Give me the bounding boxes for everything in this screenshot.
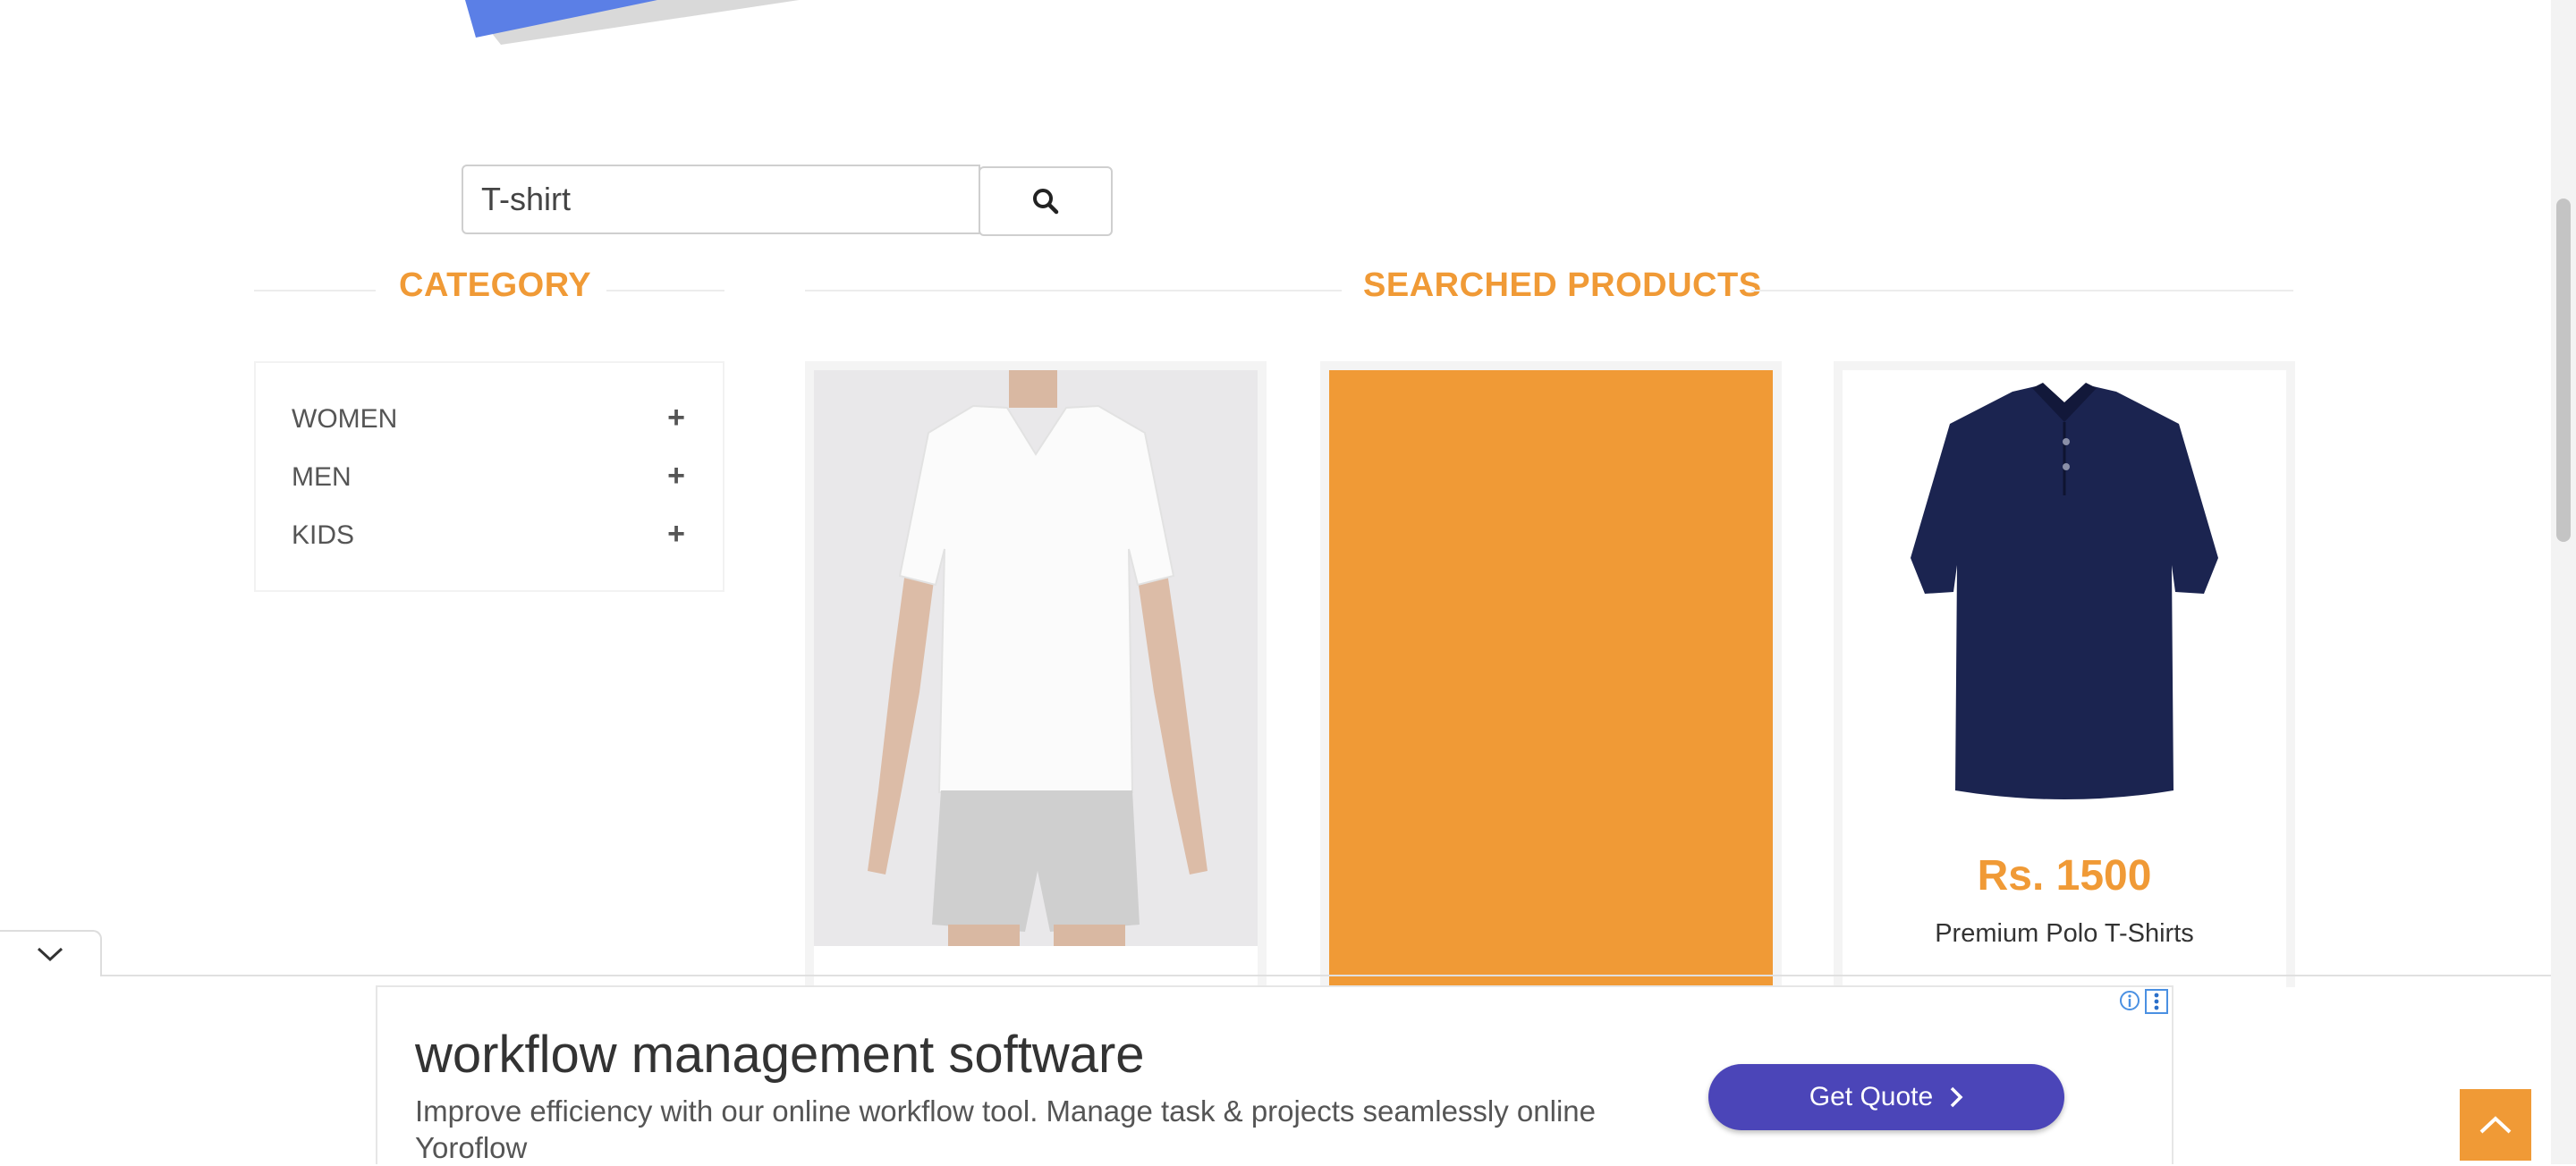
plus-icon[interactable]: + — [667, 459, 685, 494]
get-quote-button[interactable]: Get Quote — [1708, 1064, 2064, 1130]
product-card-body — [814, 370, 1258, 987]
ad-collapse-button[interactable] — [0, 930, 102, 976]
category-item-kids[interactable]: KIDS + — [292, 513, 685, 558]
product-card[interactable]: Rs. 1500 Premium Polo T-Shirts — [1834, 361, 2295, 987]
ad-banner[interactable]: workflow management software Improve eff… — [376, 985, 2174, 1164]
product-image-placeholder[interactable] — [1329, 370, 1773, 987]
category-label: MEN — [292, 462, 352, 492]
ad-advertiser: Yoroflow — [415, 1131, 528, 1164]
scrollbar-thumb[interactable] — [2556, 199, 2571, 542]
back-to-top-button[interactable] — [2460, 1089, 2531, 1161]
category-heading: CATEGORY — [399, 266, 592, 304]
ad-description-text: Improve efficiency with our online workf… — [415, 1094, 1596, 1128]
product-image[interactable] — [1843, 370, 2286, 808]
cta-label: Get Quote — [1809, 1082, 1934, 1111]
more-vertical-icon — [2154, 993, 2159, 1010]
search-icon — [1033, 189, 1059, 215]
search-button[interactable] — [979, 166, 1113, 236]
heading-rule — [1751, 290, 2293, 292]
chevron-right-icon — [1950, 1086, 1963, 1108]
ad-title[interactable]: workflow management software — [415, 1025, 1145, 1085]
category-label: KIDS — [292, 520, 355, 550]
products-heading: SEARCHED PRODUCTS — [1363, 266, 1762, 304]
product-card[interactable] — [1320, 361, 1782, 987]
plus-icon[interactable]: + — [667, 517, 685, 552]
product-price: Rs. 1500 — [1977, 852, 2152, 900]
ad-choices — [2118, 989, 2168, 1014]
category-label: WOMEN — [292, 404, 398, 434]
heading-rule — [254, 290, 376, 292]
ad-divider — [0, 975, 2551, 976]
ad-description: Improve efficiency with our online workf… — [415, 1093, 1667, 1166]
search-input[interactable] — [462, 165, 980, 234]
category-item-women[interactable]: WOMEN + — [292, 397, 685, 442]
info-icon[interactable] — [2118, 989, 2141, 1012]
product-image[interactable] — [814, 370, 1258, 946]
category-item-men[interactable]: MEN + — [292, 455, 685, 500]
chevron-up-icon — [2479, 1116, 2512, 1134]
product-card-body — [1329, 370, 1773, 987]
product-name[interactable]: Premium Polo T-Shirts — [1843, 919, 2286, 949]
chevron-down-icon — [37, 947, 64, 962]
page-scrollbar[interactable] — [2551, 0, 2576, 1164]
plus-icon[interactable]: + — [667, 401, 685, 435]
heading-rule — [805, 290, 1342, 292]
category-panel: WOMEN + MEN + KIDS + — [254, 361, 724, 592]
ad-menu-button[interactable] — [2145, 989, 2168, 1014]
heading-rule — [606, 290, 724, 292]
product-card[interactable] — [805, 361, 1267, 987]
site-logo[interactable] — [465, 0, 877, 45]
product-card-body: Rs. 1500 Premium Polo T-Shirts — [1843, 370, 2286, 987]
